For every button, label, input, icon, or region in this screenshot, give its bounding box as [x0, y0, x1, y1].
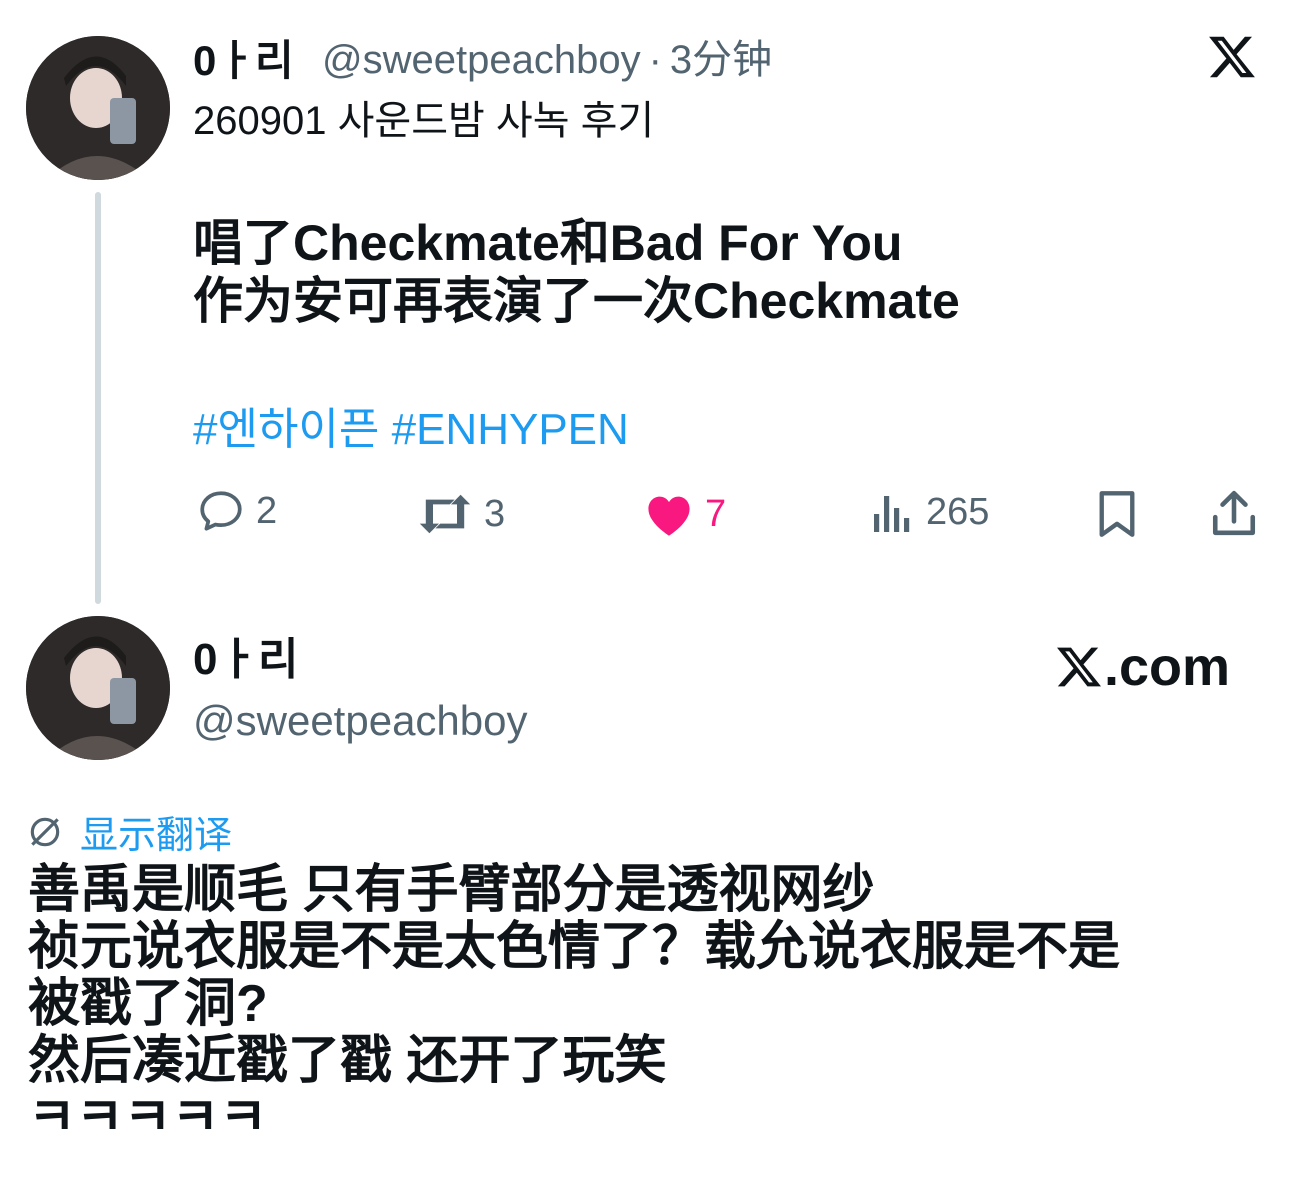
retweet-icon	[419, 494, 471, 534]
quote-avatar[interactable]	[26, 616, 170, 760]
avatar-image	[26, 616, 170, 760]
x-logo-icon[interactable]	[1206, 32, 1258, 87]
reply-icon	[200, 491, 242, 531]
share-icon	[1212, 490, 1256, 536]
views-button[interactable]: 265	[872, 490, 989, 534]
timestamp[interactable]: 3分钟	[670, 40, 772, 80]
author-name[interactable]: 0ㅏ리	[193, 40, 294, 82]
avatar[interactable]	[26, 36, 170, 180]
reply-button[interactable]: 2	[196, 486, 277, 536]
like-button[interactable]: 7	[643, 490, 726, 538]
translate-label: 显示翻译	[80, 815, 233, 857]
show-translation-link[interactable]: 显示翻译	[26, 804, 232, 859]
bookmark-button[interactable]	[1096, 490, 1138, 543]
like-count: 7	[705, 492, 727, 535]
tweet-text: 260901 사운드밤 사녹 후기	[193, 99, 655, 143]
quote-text: 善禹是顺毛 只有手臂部分是透视网纱 祯元说衣服是不是太色情了？载允说衣服是不是 …	[28, 861, 1121, 1147]
heart-icon	[648, 496, 690, 536]
quote-author-handle[interactable]: @sweetpeachboy	[193, 700, 528, 742]
hashtags[interactable]: #엔하이픈 #ENHYPEN	[193, 408, 629, 452]
x-com-brand: .com	[1054, 640, 1230, 694]
separator: ·	[648, 38, 662, 82]
views-icon	[874, 496, 910, 532]
translate-icon	[30, 817, 60, 846]
bookmark-icon	[1099, 491, 1135, 537]
views-count: 265	[926, 490, 990, 533]
tweet-media-text: 唱了Checkmate和Bad For You 作为安可再表演了一次Checkm…	[193, 214, 960, 330]
quote-author-name[interactable]: 0ㅏ리	[193, 638, 298, 682]
retweet-count: 3	[484, 492, 506, 535]
retweet-button[interactable]: 3	[416, 490, 505, 538]
x-logo-icon	[1057, 647, 1101, 687]
media-text-line: 作为安可再表演了一次Checkmate	[193, 273, 960, 329]
reply-count: 2	[256, 489, 278, 532]
media-text-line: 唱了Checkmate和Bad For You	[193, 215, 903, 271]
site-domain: .com	[1104, 637, 1231, 697]
thread-line	[95, 192, 101, 604]
author-handle[interactable]: @sweetpeachboy	[322, 40, 641, 80]
avatar-image	[26, 36, 170, 180]
share-button[interactable]	[1210, 488, 1258, 543]
